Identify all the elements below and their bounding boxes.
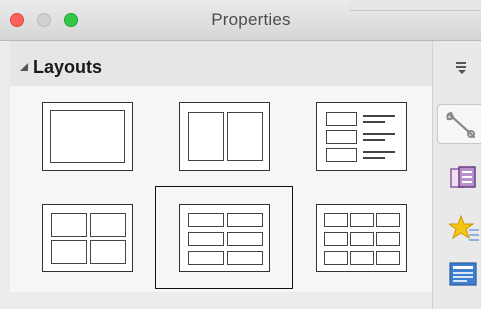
layout-box <box>227 213 263 227</box>
layout-box <box>326 148 357 162</box>
layout-box <box>326 130 357 144</box>
two-columns-layout[interactable] <box>179 102 270 171</box>
slide-transition-icon <box>450 166 476 188</box>
maximize-button[interactable] <box>64 13 78 27</box>
window-title: Properties <box>211 10 291 29</box>
properties-tab[interactable] <box>437 104 481 144</box>
blank-layout[interactable] <box>42 102 133 171</box>
layout-box <box>188 112 224 161</box>
layout-box <box>376 213 400 227</box>
collapse-triangle-icon[interactable] <box>20 63 28 71</box>
title-content-list-layout[interactable] <box>316 102 407 171</box>
layout-box <box>350 232 374 246</box>
section-title: Layouts <box>33 57 103 77</box>
title-bar[interactable]: Properties <box>0 0 481 41</box>
layout-box <box>324 251 348 265</box>
animation-tab[interactable] <box>437 210 481 250</box>
minimize-button[interactable] <box>37 13 51 27</box>
layout-box <box>227 232 263 246</box>
properties-window: Properties Layouts <box>0 0 481 309</box>
layout-box <box>324 213 348 227</box>
panel-bottom <box>10 292 432 309</box>
text-line <box>363 157 385 159</box>
layout-box <box>227 112 263 161</box>
wrench-icon <box>446 111 476 139</box>
layout-box <box>227 251 263 265</box>
text-line <box>363 151 395 153</box>
six-boxes-layout[interactable] <box>179 204 270 272</box>
master-slides-tab[interactable] <box>437 258 481 298</box>
text-line <box>363 133 395 135</box>
text-line <box>363 121 385 123</box>
close-button[interactable] <box>10 13 24 27</box>
layout-box <box>51 240 87 264</box>
slide-transition-tab[interactable] <box>437 160 481 200</box>
layout-box <box>188 213 224 227</box>
layout-box <box>376 232 400 246</box>
layout-box <box>326 112 357 126</box>
layout-box <box>188 232 224 246</box>
layout-box <box>50 110 125 163</box>
menu-icon[interactable] <box>456 62 468 76</box>
star-animation-icon <box>449 214 479 241</box>
layout-box <box>350 213 374 227</box>
text-line <box>363 139 385 141</box>
layout-box <box>376 251 400 265</box>
text-line <box>363 115 395 117</box>
layout-box <box>90 240 126 264</box>
layout-box <box>324 232 348 246</box>
layout-box <box>90 213 126 237</box>
layout-box <box>188 251 224 265</box>
layout-box <box>51 213 87 237</box>
nine-boxes-layout[interactable] <box>316 204 407 272</box>
four-boxes-layout[interactable] <box>42 204 133 272</box>
title-bar-shade <box>350 0 481 11</box>
master-slides-icon <box>449 262 477 286</box>
layout-box <box>350 251 374 265</box>
